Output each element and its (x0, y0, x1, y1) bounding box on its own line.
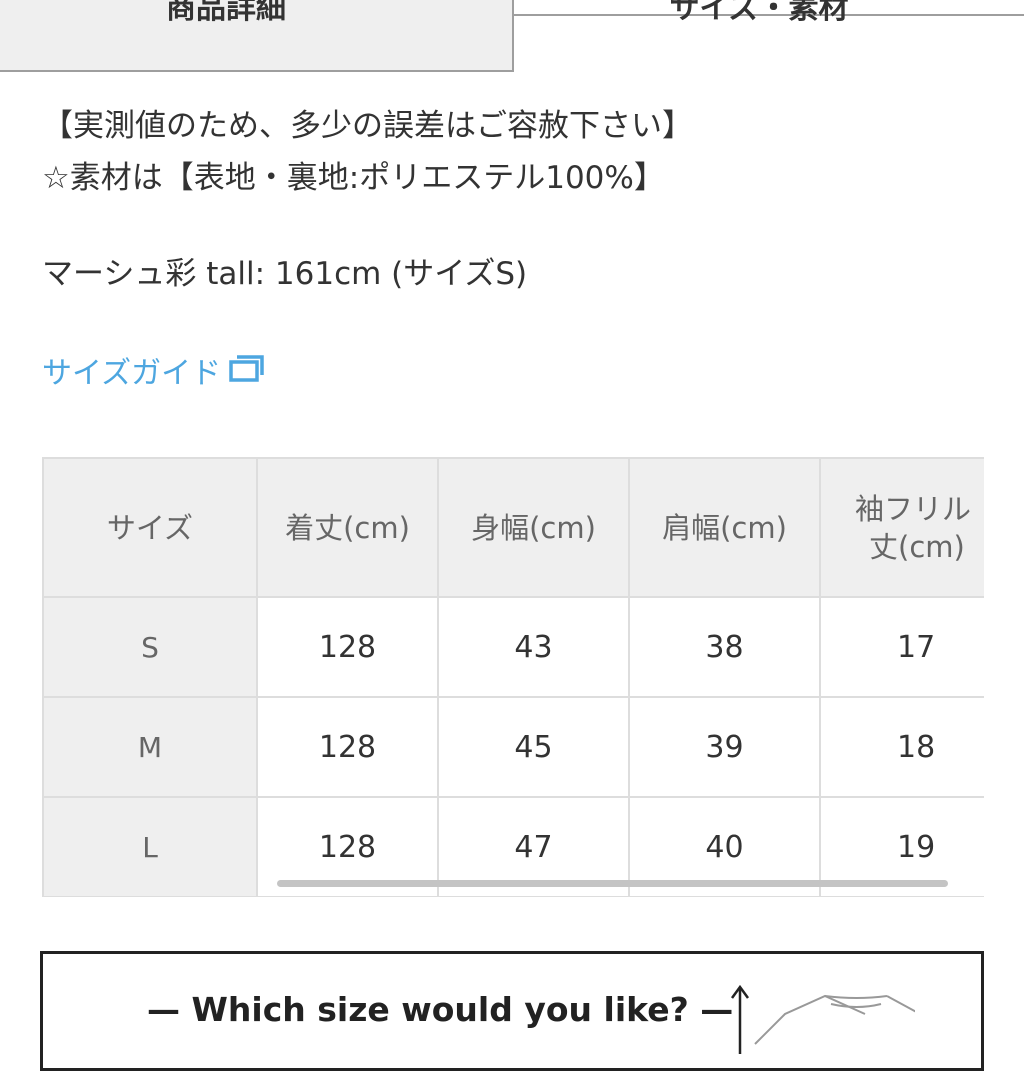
tab-product-details[interactable]: 商品詳細 (0, 0, 514, 72)
header-sleeve-line2: 丈(cm) (869, 529, 965, 564)
header-sleeve-frill: 袖フリル 丈(cm) (819, 457, 984, 598)
external-window-icon (229, 355, 264, 382)
size-guide-link[interactable]: サイズガイド (42, 348, 265, 400)
tab-size-material-label: サイズ・素材 (669, 0, 849, 26)
row-size-m: M (42, 696, 258, 798)
tab-product-details-label: 商品詳細 (166, 0, 286, 26)
header-shoulder: 肩幅(cm) (628, 457, 821, 598)
header-size: サイズ (42, 457, 258, 598)
cell-length: 128 (256, 596, 439, 698)
size-table-container[interactable]: サイズ 着丈(cm) 身幅(cm) 肩幅(cm) 袖フリル 丈(cm) S 12… (42, 457, 984, 897)
header-sleeve-line1: 袖フリル (855, 491, 972, 526)
cell-sleeve: 17 (819, 596, 984, 698)
shirt-size-illustration-icon (730, 984, 915, 1054)
header-length: 着丈(cm) (256, 457, 439, 598)
cell-shoulder: 39 (628, 696, 821, 798)
which-size-banner[interactable]: — Which size would you like? — (40, 951, 984, 1071)
size-table: サイズ 着丈(cm) 身幅(cm) 肩幅(cm) 袖フリル 丈(cm) S 12… (42, 457, 984, 897)
tab-size-material[interactable]: サイズ・素材 (514, 0, 1024, 24)
table-horizontal-scrollbar[interactable] (277, 880, 948, 887)
row-size-s: S (42, 596, 258, 698)
table-row: S 128 43 38 17 (42, 596, 984, 698)
table-row: M 128 45 39 18 (42, 696, 984, 798)
size-guide-label: サイズガイド (42, 356, 222, 391)
model-info: マーシュ彩 tall: 161cm (サイズS) (42, 256, 528, 292)
table-header-row: サイズ 着丈(cm) 身幅(cm) 肩幅(cm) 袖フリル 丈(cm) (42, 457, 984, 598)
measurement-note: 【実測値のため、多少の誤差はご容赦下さい】 ☆素材は【表地・裏地:ポリエステル1… (42, 100, 693, 204)
material-info: ☆素材は【表地・裏地:ポリエステル100%】 (42, 160, 665, 196)
tab-bar: 商品詳細 サイズ・素材 (0, 0, 1024, 74)
which-size-heading: — Which size would you like? — (147, 990, 734, 1029)
cell-sleeve: 18 (819, 696, 984, 798)
cell-length: 128 (256, 696, 439, 798)
cell-width: 43 (437, 596, 630, 698)
cell-width: 45 (437, 696, 630, 798)
measurement-disclaimer: 【実測値のため、多少の誤差はご容赦下さい】 (42, 108, 693, 144)
header-width: 身幅(cm) (437, 457, 630, 598)
cell-shoulder: 38 (628, 596, 821, 698)
row-size-l: L (42, 796, 258, 897)
